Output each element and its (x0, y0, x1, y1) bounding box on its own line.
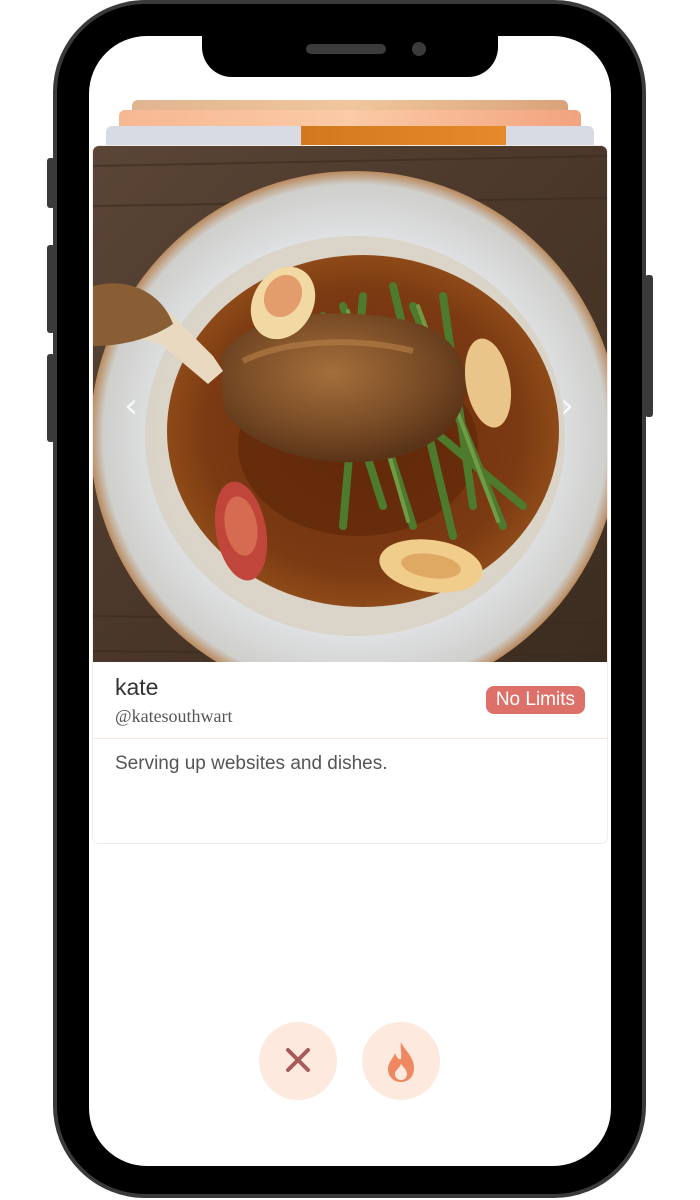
stacked-card-2 (119, 110, 581, 126)
volume-down-button (47, 354, 55, 442)
profile-card[interactable]: ‹ › kate @katesouthwart No Limits Servin… (93, 146, 607, 843)
chevron-right-icon: › (560, 386, 574, 426)
chevron-left-icon: ‹ (124, 386, 138, 426)
next-photo-button[interactable]: › (553, 386, 581, 426)
status-badge: No Limits (485, 686, 585, 714)
divider (93, 738, 607, 739)
food-photo (93, 146, 607, 662)
mute-switch (47, 158, 55, 208)
front-camera (412, 42, 426, 56)
volume-up-button (47, 245, 55, 333)
profile-photo (93, 146, 607, 662)
profile-bio: Serving up websites and dishes. (115, 753, 388, 774)
prev-photo-button[interactable]: ‹ (117, 386, 145, 426)
dislike-button[interactable] (259, 1022, 337, 1100)
stacked-card-1 (106, 126, 594, 148)
close-icon (286, 1048, 310, 1072)
like-button[interactable] (362, 1022, 440, 1100)
phone-screen: ‹ › kate @katesouthwart No Limits Servin… (89, 36, 611, 1166)
speaker (306, 44, 386, 54)
profile-name: kate (115, 674, 159, 700)
profile-handle: @katesouthwart (115, 706, 233, 726)
flame-icon (388, 1042, 414, 1082)
power-button (645, 275, 653, 417)
phone-notch (202, 20, 498, 77)
